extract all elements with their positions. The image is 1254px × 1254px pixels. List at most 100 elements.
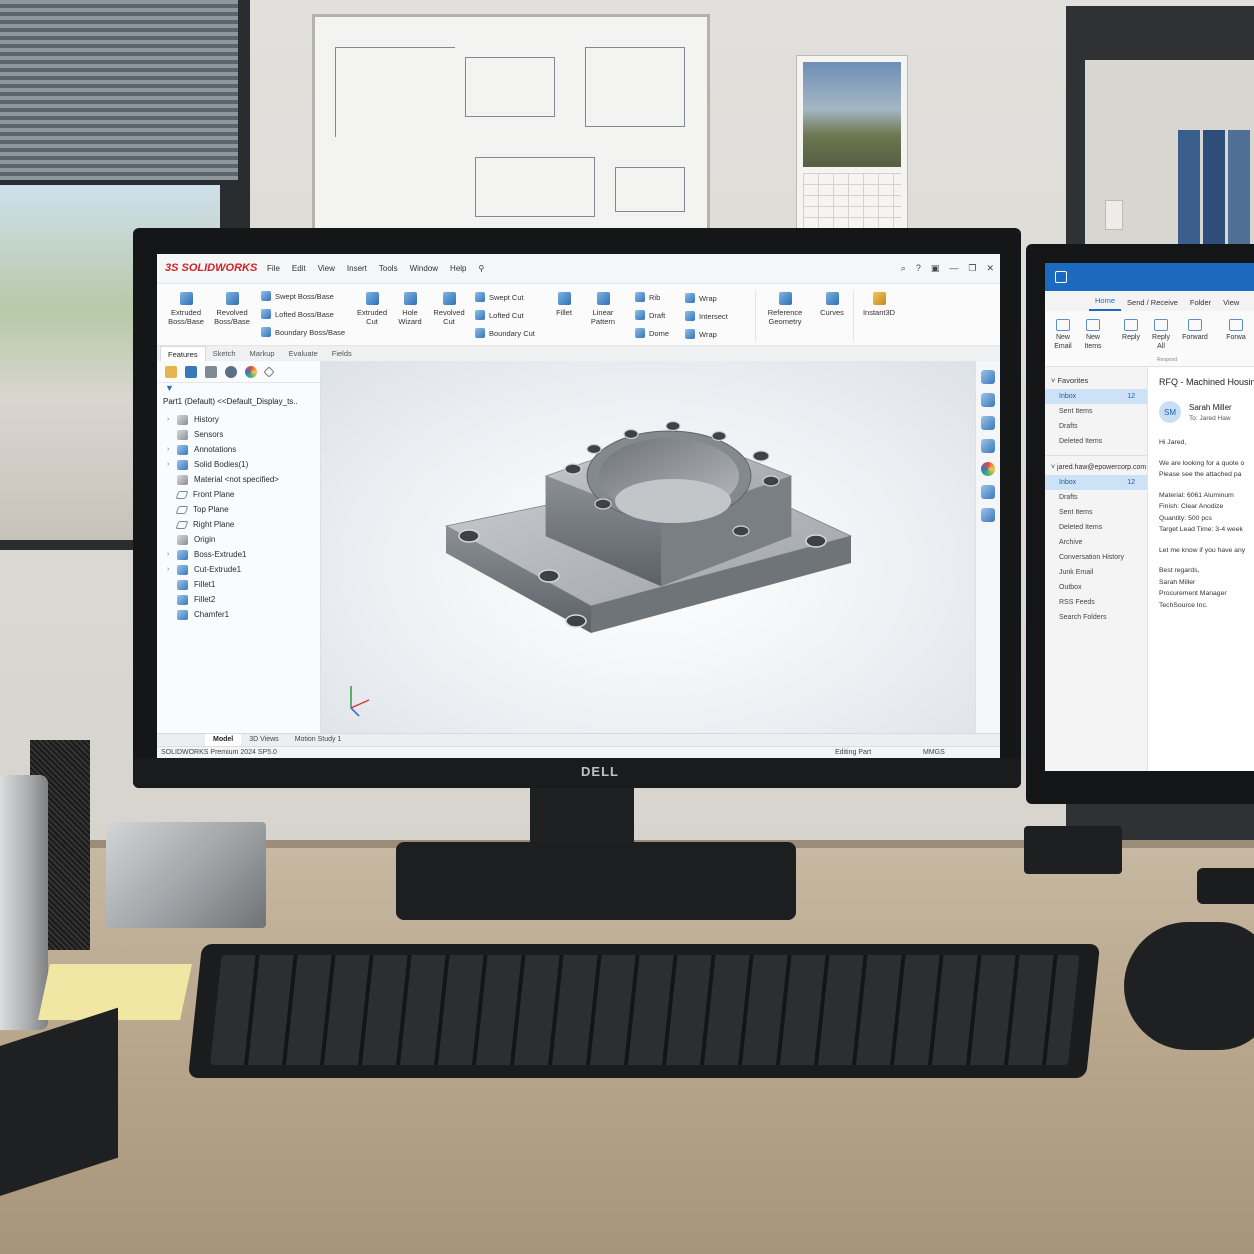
lofted-cut-button[interactable]: Lofted Cut bbox=[475, 310, 524, 320]
wrap-button-2[interactable]: Wrap bbox=[685, 329, 717, 339]
folder-item[interactable]: Drafts bbox=[1045, 490, 1147, 505]
tab-send-receive[interactable]: Send / Receive bbox=[1121, 298, 1184, 311]
expand-caret-icon[interactable]: › bbox=[167, 566, 177, 573]
extruded-boss-button[interactable]: Extruded Boss/Base bbox=[165, 292, 207, 326]
forward-as-button[interactable]: Forwa bbox=[1223, 319, 1249, 343]
hole-wizard-button[interactable]: Hole Wizard bbox=[393, 292, 427, 326]
tree-item[interactable]: › Boss-Extrude1 bbox=[157, 547, 320, 562]
tab-markup[interactable]: Markup bbox=[243, 346, 282, 361]
wrap-button[interactable]: Wrap bbox=[685, 293, 717, 303]
design-library-icon[interactable] bbox=[981, 416, 995, 430]
tree-item[interactable]: Fillet1 bbox=[157, 577, 320, 592]
tab-fields[interactable]: Fields bbox=[325, 346, 359, 361]
curves-button[interactable]: Curves bbox=[817, 292, 847, 317]
tree-item[interactable]: Sensors bbox=[157, 427, 320, 442]
user-icon[interactable]: ▣ bbox=[931, 263, 940, 274]
instant3d-button[interactable]: Instant3D bbox=[859, 292, 899, 317]
tab-evaluate[interactable]: Evaluate bbox=[282, 346, 325, 361]
feature-manager-icon[interactable] bbox=[165, 365, 177, 378]
tab-3d-views[interactable]: 3D Views bbox=[241, 734, 286, 746]
menu-view[interactable]: View bbox=[312, 264, 341, 273]
boundary-boss-button[interactable]: Boundary Boss/Base bbox=[261, 327, 345, 337]
help-icon[interactable]: ? bbox=[916, 263, 921, 274]
folder-item[interactable]: Drafts bbox=[1045, 419, 1147, 434]
draft-button[interactable]: Draft bbox=[635, 310, 665, 320]
view-palette-icon[interactable] bbox=[981, 485, 995, 499]
configuration-manager-icon[interactable] bbox=[205, 365, 217, 378]
expand-caret-icon[interactable]: › bbox=[167, 416, 177, 423]
mouse[interactable] bbox=[1124, 922, 1254, 1050]
tree-item[interactable]: Material <not specified> bbox=[157, 472, 320, 487]
expand-caret-icon[interactable]: › bbox=[167, 446, 177, 453]
rib-button[interactable]: Rib bbox=[635, 292, 660, 302]
folder-item[interactable]: Inbox 12 bbox=[1045, 389, 1147, 404]
revolved-boss-button[interactable]: Revolved Boss/Base bbox=[211, 292, 253, 326]
tree-item[interactable]: › History bbox=[157, 412, 320, 427]
forward-button[interactable]: Forward bbox=[1179, 319, 1211, 343]
tab-folder[interactable]: Folder bbox=[1184, 298, 1217, 311]
folder-item[interactable]: Conversation History bbox=[1045, 550, 1147, 565]
avatar[interactable]: SM bbox=[1159, 401, 1181, 423]
folder-item[interactable]: Sent Items bbox=[1045, 505, 1147, 520]
boundary-cut-button[interactable]: Boundary Cut bbox=[475, 328, 535, 338]
folder-item[interactable]: Deleted Items bbox=[1045, 434, 1147, 449]
appearances-icon[interactable] bbox=[981, 462, 995, 476]
folder-item[interactable]: Inbox 12 bbox=[1045, 475, 1147, 490]
fillet-button[interactable]: Fillet bbox=[551, 292, 577, 317]
menu-edit[interactable]: Edit bbox=[286, 264, 312, 273]
dimxpert-icon[interactable] bbox=[225, 365, 237, 378]
expand-caret-icon[interactable]: › bbox=[167, 551, 177, 558]
search-icon[interactable]: ⌕ bbox=[901, 263, 906, 274]
tab-home[interactable]: Home bbox=[1089, 296, 1122, 311]
linear-pattern-button[interactable]: Linear Pattern bbox=[583, 292, 623, 326]
expand-caret-icon[interactable]: › bbox=[167, 461, 177, 468]
reply-all-button[interactable]: Reply All bbox=[1149, 319, 1173, 351]
tree-item[interactable]: › Solid Bodies(1) bbox=[157, 457, 320, 472]
tree-item[interactable]: Chamfer1 bbox=[157, 607, 320, 622]
tree-item[interactable]: Front Plane bbox=[157, 487, 320, 502]
tree-root-part[interactable]: Part1 (Default) <<Default_Display_ts.. bbox=[157, 397, 320, 412]
tab-sketch[interactable]: Sketch bbox=[206, 346, 243, 361]
folder-item[interactable]: Junk Email bbox=[1045, 565, 1147, 580]
favorites-header[interactable]: ˅ Favorites bbox=[1045, 367, 1147, 389]
minimize-icon[interactable]: — bbox=[949, 263, 958, 274]
new-email-button[interactable]: New Email bbox=[1051, 319, 1075, 351]
folder-item[interactable]: RSS Feeds bbox=[1045, 595, 1147, 610]
lofted-boss-button[interactable]: Lofted Boss/Base bbox=[261, 309, 334, 319]
tree-item[interactable]: Fillet2 bbox=[157, 592, 320, 607]
graphics-area[interactable] bbox=[321, 361, 975, 733]
tab-view[interactable]: View bbox=[1217, 298, 1245, 311]
display-manager-icon[interactable] bbox=[245, 365, 257, 378]
dome-button[interactable]: Dome bbox=[635, 328, 669, 338]
resources-icon[interactable] bbox=[981, 393, 995, 407]
restore-icon[interactable]: ❐ bbox=[968, 263, 976, 274]
folder-item[interactable]: Deleted Items bbox=[1045, 520, 1147, 535]
extruded-cut-button[interactable]: Extruded Cut bbox=[353, 292, 391, 326]
swept-cut-button[interactable]: Swept Cut bbox=[475, 292, 524, 302]
filter-icon[interactable]: ▼ bbox=[157, 383, 320, 397]
housing-part-model[interactable] bbox=[321, 361, 975, 733]
folder-item[interactable]: Search Folders bbox=[1045, 610, 1147, 625]
folder-item[interactable]: Sent Items bbox=[1045, 404, 1147, 419]
intersect-button[interactable]: Intersect bbox=[685, 311, 728, 321]
close-icon[interactable]: ✕ bbox=[986, 263, 994, 274]
property-manager-icon[interactable] bbox=[185, 365, 197, 378]
folder-item[interactable]: Archive bbox=[1045, 535, 1147, 550]
new-items-button[interactable]: New Items bbox=[1081, 319, 1105, 351]
file-explorer-icon[interactable] bbox=[981, 439, 995, 453]
keyboard-keys[interactable] bbox=[210, 955, 1080, 1065]
tree-item[interactable]: › Cut-Extrude1 bbox=[157, 562, 320, 577]
menu-help[interactable]: Help bbox=[444, 264, 472, 273]
swept-boss-button[interactable]: Swept Boss/Base bbox=[261, 291, 334, 301]
menu-window[interactable]: Window bbox=[404, 264, 444, 273]
custom-properties-icon[interactable] bbox=[981, 508, 995, 522]
folder-item[interactable]: Outbox bbox=[1045, 580, 1147, 595]
units-selector[interactable]: MMGS bbox=[923, 749, 945, 756]
menu-insert[interactable]: Insert bbox=[341, 264, 373, 273]
reference-geometry-button[interactable]: Reference Geometry bbox=[763, 292, 807, 326]
reply-button[interactable]: Reply bbox=[1119, 319, 1143, 343]
tree-item[interactable]: Origin bbox=[157, 532, 320, 547]
more-icon[interactable] bbox=[263, 365, 275, 378]
tab-features[interactable]: Features bbox=[160, 346, 206, 361]
pin-icon[interactable]: ⚲ bbox=[473, 264, 491, 273]
